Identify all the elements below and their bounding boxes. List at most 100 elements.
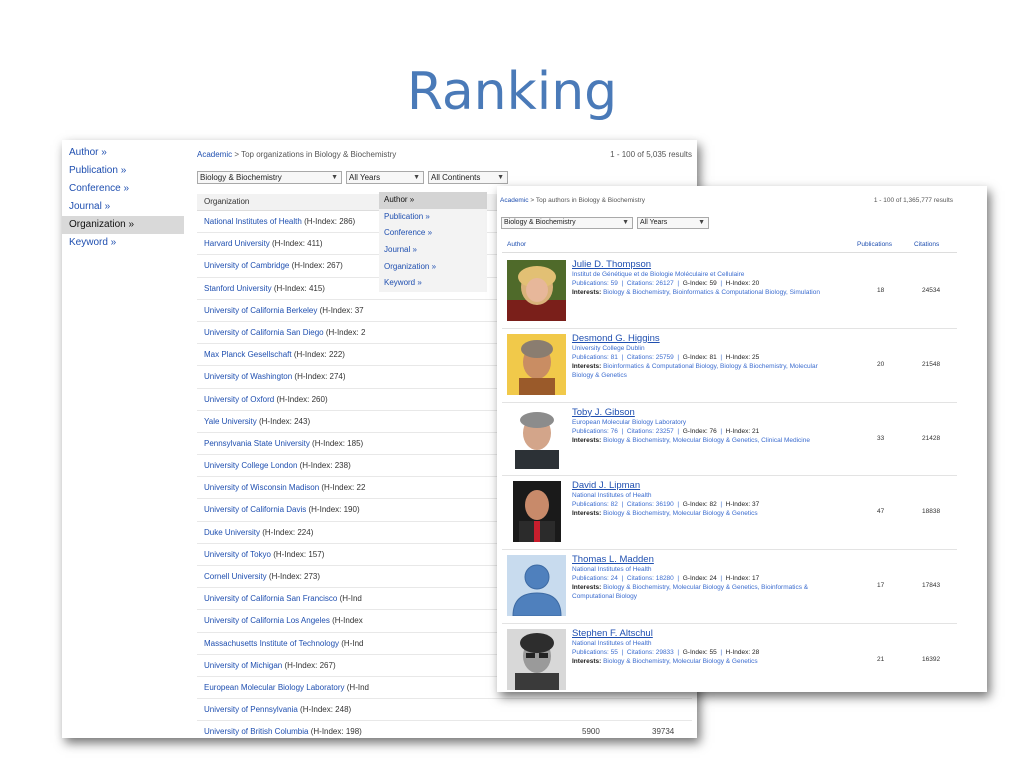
author-affiliation-link[interactable]: European Molecular Biology Laboratory bbox=[572, 418, 822, 427]
organization-link[interactable]: University College London bbox=[197, 461, 297, 470]
organization-link[interactable]: University of California San Francisco bbox=[197, 594, 337, 603]
menu-item-organization[interactable]: Organization » bbox=[379, 259, 487, 276]
organization-link[interactable]: University of California Davis bbox=[197, 505, 306, 514]
organization-link[interactable]: University of Cambridge bbox=[197, 261, 289, 270]
author-publications-stat[interactable]: Publications: 81 bbox=[572, 354, 618, 361]
author-interests: Interests: Biology & Biochemistry, Molec… bbox=[572, 436, 822, 445]
author-photo[interactable] bbox=[507, 333, 566, 395]
author-citations-stat[interactable]: Citations: 18280 bbox=[627, 575, 674, 582]
menu-item-journal[interactable]: Journal » bbox=[379, 242, 487, 259]
author-photo[interactable] bbox=[507, 407, 566, 469]
organization-link[interactable]: University of Washington bbox=[197, 372, 292, 381]
author-publications-stat[interactable]: Publications: 76 bbox=[572, 428, 618, 435]
author-name-link[interactable]: Julie D. Thompson bbox=[572, 259, 822, 270]
continent-select[interactable]: All Continents ▼ bbox=[428, 171, 508, 184]
author-name-link[interactable]: Stephen F. Altschul bbox=[572, 628, 822, 639]
author-citations-stat[interactable]: Citations: 36190 bbox=[627, 501, 674, 508]
author-name-link[interactable]: Desmond G. Higgins bbox=[572, 333, 822, 344]
organization-link[interactable]: Massachusetts Institute of Technology bbox=[197, 639, 339, 648]
organization-link[interactable]: European Molecular Biology Laboratory bbox=[197, 683, 345, 692]
table-row: University of British Columbia (H-Index:… bbox=[197, 721, 692, 738]
author-affiliation-link[interactable]: University College Dublin bbox=[572, 344, 822, 353]
author-photo[interactable] bbox=[507, 260, 566, 321]
menu-item-author[interactable]: Author » bbox=[379, 192, 487, 209]
author-column-header[interactable]: Author bbox=[507, 237, 526, 252]
author-photo[interactable] bbox=[507, 555, 566, 617]
author-stats: Publications: 24 | Citations: 18280 | G-… bbox=[572, 575, 760, 583]
author-interests: Interests: Biology & Biochemistry, Molec… bbox=[572, 583, 822, 601]
author-list: Julie D. Thompson Institut de Génétique e… bbox=[502, 255, 957, 692]
organization-link[interactable]: Yale University bbox=[197, 417, 257, 426]
organization-link[interactable]: National Institutes of Health bbox=[197, 217, 302, 226]
author-publications-stat[interactable]: Publications: 24 bbox=[572, 575, 618, 582]
nav-author[interactable]: Author » bbox=[62, 144, 184, 162]
organization-link[interactable]: Harvard University bbox=[197, 239, 270, 248]
menu-item-publication[interactable]: Publication » bbox=[379, 209, 487, 226]
organization-link[interactable]: Cornell University bbox=[197, 572, 267, 581]
menu-item-conference[interactable]: Conference » bbox=[379, 225, 487, 242]
author-publications: 33 bbox=[877, 434, 885, 442]
author-name-link[interactable]: David J. Lipman bbox=[572, 480, 822, 491]
nav-organization[interactable]: Organization » bbox=[62, 216, 184, 234]
author-interests-links[interactable]: Biology & Biochemistry, Bioinformatics &… bbox=[601, 289, 820, 296]
organization-link[interactable]: University of Michigan bbox=[197, 661, 282, 670]
author-field-select-value: Biology & Biochemistry bbox=[504, 219, 576, 226]
organization-link[interactable]: University of British Columbia bbox=[197, 727, 308, 736]
table-row: University of Pennsylvania (H-Index: 248… bbox=[197, 699, 692, 722]
organization-link[interactable]: University of Wisconsin Madison bbox=[197, 483, 319, 492]
author-interests-links[interactable]: Biology & Biochemistry, Molecular Biolog… bbox=[601, 658, 758, 665]
author-name-link[interactable]: Toby J. Gibson bbox=[572, 407, 822, 418]
organization-link[interactable]: Duke University bbox=[197, 528, 260, 537]
chevron-down-icon: ▼ bbox=[622, 219, 629, 226]
author-interests-links[interactable]: Biology & Biochemistry, Molecular Biolog… bbox=[572, 584, 808, 600]
nav-keyword[interactable]: Keyword » bbox=[62, 234, 184, 252]
author-photo[interactable] bbox=[507, 481, 566, 543]
menu-item-keyword[interactable]: Keyword » bbox=[379, 275, 487, 292]
organization-link[interactable]: Max Planck Gesellschaft bbox=[197, 350, 292, 359]
organization-hindex: (H-Index: 185) bbox=[309, 438, 364, 448]
organization-hindex: (H-Index: 22 bbox=[319, 483, 366, 493]
author-hindex-label: H-Index: bbox=[725, 648, 751, 656]
author-citations-stat[interactable]: Citations: 29833 bbox=[627, 649, 674, 656]
organization-link[interactable]: University of Tokyo bbox=[197, 550, 271, 559]
years-select[interactable]: All Years ▼ bbox=[346, 171, 424, 184]
author-interests: Interests: Bioinformatics & Computationa… bbox=[572, 362, 822, 380]
author-affiliation-link[interactable]: National Institutes of Health bbox=[572, 565, 822, 574]
organization-link[interactable]: University of Oxford bbox=[197, 395, 274, 404]
author-interests-links[interactable]: Biology & Biochemistry, Molecular Biolog… bbox=[601, 437, 810, 444]
author-publications-stat[interactable]: Publications: 82 bbox=[572, 501, 618, 508]
organization-link[interactable]: Stanford University bbox=[197, 284, 272, 293]
breadcrumb-academic-link[interactable]: Academic bbox=[197, 150, 232, 159]
nav-journal[interactable]: Journal » bbox=[62, 198, 184, 216]
author-years-select[interactable]: All Years ▼ bbox=[637, 217, 709, 229]
author-field-select[interactable]: Biology & Biochemistry ▼ bbox=[501, 217, 633, 229]
author-affiliation-link[interactable]: National Institutes of Health bbox=[572, 491, 822, 500]
author-affiliation-link[interactable]: National Institutes of Health bbox=[572, 639, 822, 648]
author-publications-stat[interactable]: Publications: 55 bbox=[572, 649, 618, 656]
field-select[interactable]: Biology & Biochemistry ▼ bbox=[197, 171, 342, 184]
author-citations-stat[interactable]: Citations: 25759 bbox=[627, 354, 674, 361]
organization-link[interactable]: University of California Berkeley bbox=[197, 306, 317, 315]
author-affiliation-link[interactable]: Institut de Génétique et de Biologie Mol… bbox=[572, 270, 822, 279]
author-photo[interactable] bbox=[507, 628, 566, 690]
author-citations: 24534 bbox=[922, 287, 941, 294]
author-breadcrumb-academic-link[interactable]: Academic bbox=[500, 197, 529, 204]
author-interests-links[interactable]: Bioinformatics & Computational Biology, … bbox=[572, 363, 818, 379]
organization-link[interactable]: University of Pennsylvania bbox=[197, 705, 298, 714]
author-years-select-value: All Years bbox=[640, 219, 668, 226]
author-citations-stat[interactable]: Citations: 26127 bbox=[627, 280, 674, 287]
publications-column-header[interactable]: Publications bbox=[857, 237, 892, 252]
nav-conference[interactable]: Conference » bbox=[62, 180, 184, 198]
nav-publication[interactable]: Publication » bbox=[62, 162, 184, 180]
author-publications-stat[interactable]: Publications: 59 bbox=[572, 280, 618, 287]
organization-link[interactable]: University of California Los Angeles bbox=[197, 616, 330, 625]
breadcrumb-separator: > bbox=[232, 150, 242, 159]
author-citations-stat[interactable]: Citations: 23257 bbox=[627, 428, 674, 435]
author-stats: Publications: 82 | Citations: 36190 | G-… bbox=[572, 501, 760, 509]
author-name-link[interactable]: Thomas L. Madden bbox=[572, 554, 822, 565]
citations-column-header[interactable]: Citations bbox=[914, 237, 939, 252]
organization-link[interactable]: University of California San Diego bbox=[197, 328, 324, 337]
organization-link[interactable]: Pennsylvania State University bbox=[197, 439, 310, 448]
author-interests-links[interactable]: Biology & Biochemistry, Molecular Biolog… bbox=[601, 510, 758, 517]
author-interests-label: Interests: bbox=[572, 436, 602, 444]
